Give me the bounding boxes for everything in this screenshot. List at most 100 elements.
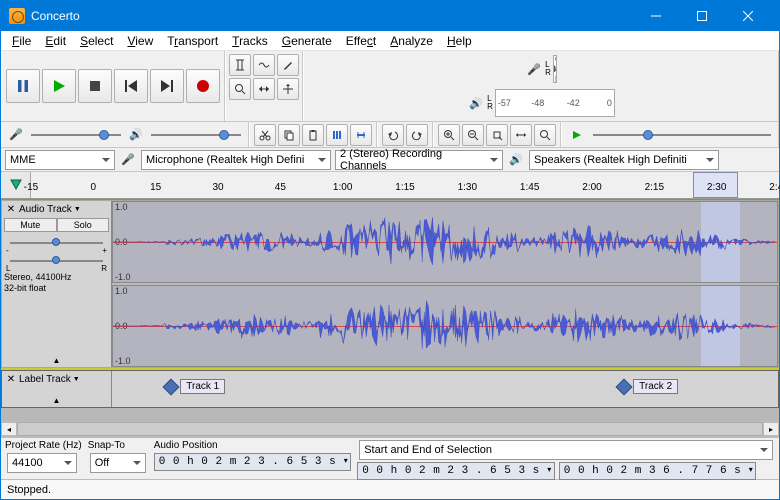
play-button[interactable]: [42, 69, 76, 103]
timeshift-tool[interactable]: [253, 78, 275, 100]
menu-generate[interactable]: Generate: [275, 32, 339, 50]
playback-volume-slider[interactable]: [151, 126, 241, 144]
playback-meter[interactable]: -57 -48 -42 0: [495, 89, 615, 117]
zoom-tools: [433, 122, 561, 147]
fit-selection-button[interactable]: [486, 124, 508, 146]
playback-speed-slider[interactable]: [593, 126, 771, 144]
selection-range-box: Start and End of Selection 0 0 h 0 2 m 2…: [357, 440, 775, 477]
zoom-tool[interactable]: [229, 78, 251, 100]
mic-icon[interactable]: 🎤: [525, 63, 543, 76]
meter-lr-label2: LR: [487, 95, 493, 111]
undo-redo: [377, 122, 433, 147]
timeline[interactable]: -1501530451:001:151:301:452:002:152:302:…: [1, 172, 779, 199]
record-volume-slider[interactable]: [31, 126, 121, 144]
waveform-left[interactable]: 1.0 0.0 -1.0: [112, 201, 778, 283]
app-icon: [9, 8, 25, 24]
track-name-dropdown[interactable]: Audio Track: [18, 203, 109, 216]
menu-edit[interactable]: Edit: [38, 32, 73, 50]
skip-start-button[interactable]: [114, 69, 148, 103]
cut-button[interactable]: [254, 124, 276, 146]
waveform-right[interactable]: 1.0 0.0 -1.0: [112, 285, 778, 367]
play-at-speed-button[interactable]: [566, 124, 588, 146]
mixer-row: 🎤 🔊: [1, 122, 779, 148]
skip-end-button[interactable]: [150, 69, 184, 103]
record-button[interactable]: [186, 69, 220, 103]
menubar: File Edit Select View Transport Tracks G…: [1, 31, 779, 51]
edit-tools: [249, 122, 377, 147]
tools-grid: [225, 51, 303, 121]
minimize-button[interactable]: [633, 1, 679, 31]
project-rate-combo[interactable]: 44100: [7, 453, 77, 473]
envelope-tool[interactable]: [253, 54, 275, 76]
menu-view[interactable]: View: [120, 32, 160, 50]
menu-select[interactable]: Select: [73, 32, 120, 50]
paste-button[interactable]: [302, 124, 324, 146]
trim-button[interactable]: [326, 124, 348, 146]
play-at-speed: [561, 122, 779, 147]
waveform-left-svg: [113, 202, 777, 282]
label-track-collapse-button[interactable]: ▲: [4, 396, 109, 405]
solo-button[interactable]: Solo: [57, 218, 110, 232]
label-diamond-icon: [163, 378, 180, 395]
zoom-in-button[interactable]: [438, 124, 460, 146]
undo-button[interactable]: [382, 124, 404, 146]
audio-track-header: ✕ Audio Track Mute Solo - + L R Stereo, …: [2, 201, 112, 367]
redo-button[interactable]: [406, 124, 428, 146]
timeline-ruler[interactable]: -1501530451:001:151:301:452:002:152:302:…: [31, 172, 779, 198]
menu-analyze[interactable]: Analyze: [383, 32, 440, 50]
menu-tracks[interactable]: Tracks: [225, 32, 275, 50]
zoom-toggle-button[interactable]: [534, 124, 556, 146]
window-title: Concerto: [31, 9, 633, 23]
audio-position-field[interactable]: 0 0 h 0 2 m 2 3 . 6 5 3 s: [154, 453, 352, 471]
gain-slider[interactable]: - +: [4, 236, 109, 250]
pause-button[interactable]: [6, 69, 40, 103]
label-track-body[interactable]: Track 1 Track 2: [112, 371, 778, 407]
scroll-right-button[interactable]: ▸: [763, 422, 779, 436]
draw-tool[interactable]: [277, 54, 299, 76]
menu-effect[interactable]: Effect: [339, 32, 383, 50]
stop-button[interactable]: [78, 69, 112, 103]
snap-to-combo[interactable]: Off: [90, 453, 146, 473]
status-bar: Stopped.: [1, 479, 779, 499]
close-button[interactable]: [725, 1, 771, 31]
audio-host-combo[interactable]: MME: [5, 150, 115, 170]
label-track-close-button[interactable]: ✕: [4, 374, 18, 385]
waveform-right-svg: [113, 286, 777, 366]
menu-file[interactable]: File: [5, 32, 38, 50]
track-close-button[interactable]: ✕: [4, 204, 18, 215]
record-device-combo[interactable]: Microphone (Realtek High Defini: [141, 150, 331, 170]
pan-slider[interactable]: L R: [4, 254, 109, 268]
copy-button[interactable]: [278, 124, 300, 146]
audio-track-body[interactable]: 1.0 0.0 -1.0 1.0 0.0 -1.0: [112, 201, 778, 367]
meter-lr-label: LR: [545, 61, 551, 77]
snap-box: Snap-To Off: [88, 440, 148, 477]
maximize-button[interactable]: [679, 1, 725, 31]
menu-transport[interactable]: Transport: [160, 32, 225, 50]
playback-device-combo[interactable]: Speakers (Realtek High Definiti: [529, 150, 719, 170]
mute-button[interactable]: Mute: [4, 218, 57, 232]
selection-mode-combo[interactable]: Start and End of Selection: [359, 440, 773, 460]
label-marker-1[interactable]: Track 1: [165, 379, 225, 394]
status-text: Stopped.: [7, 484, 51, 496]
record-meter[interactable]: -57 -54 -51 -48 -45 -42 Click to Start M…: [553, 55, 557, 83]
track-collapse-button[interactable]: ▲: [4, 356, 109, 365]
record-channels-combo[interactable]: 2 (Stereo) Recording Channels: [335, 150, 503, 170]
label-marker-2[interactable]: Track 2: [618, 379, 678, 394]
silence-button[interactable]: [350, 124, 372, 146]
label-track-header: ✕ Label Track ▲: [2, 371, 112, 407]
selection-tool[interactable]: [229, 54, 251, 76]
speaker-icon[interactable]: 🔊: [467, 97, 485, 110]
menu-help[interactable]: Help: [440, 32, 479, 50]
horizontal-scrollbar[interactable]: ◂ ▸: [1, 421, 779, 437]
label-track-name-dropdown[interactable]: Label Track: [18, 373, 109, 386]
audio-position-box: Audio Position 0 0 h 0 2 m 2 3 . 6 5 3 s: [154, 440, 352, 477]
zoom-out-button[interactable]: [462, 124, 484, 146]
fit-project-button[interactable]: [510, 124, 532, 146]
label-track: ✕ Label Track ▲ Track 1 Track 2: [1, 370, 779, 408]
selection-end-field[interactable]: 0 0 h 0 2 m 3 6 . 7 7 6 s: [559, 462, 757, 480]
transport-toolbar-row: 🎤 LR -57 -54 -51 -48 -45 -42 Click to St…: [1, 51, 779, 122]
selection-start-field[interactable]: 0 0 h 0 2 m 2 3 . 6 5 3 s: [357, 462, 555, 480]
play-vol-icon: 🔊: [127, 128, 145, 141]
multi-tool[interactable]: [277, 78, 299, 100]
scroll-left-button[interactable]: ◂: [1, 422, 17, 436]
